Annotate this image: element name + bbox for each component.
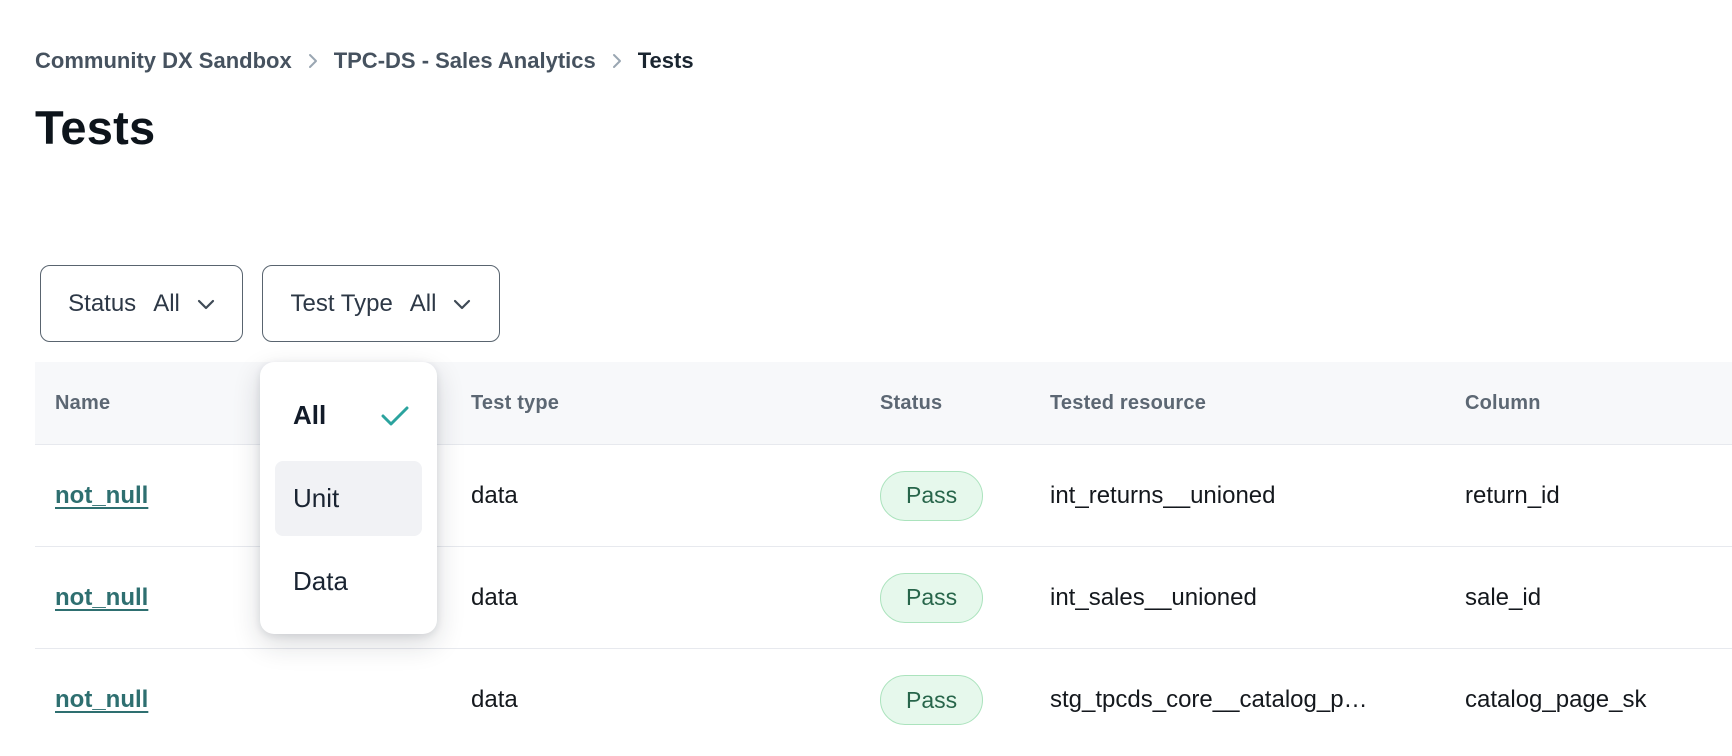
test-type-cell: data — [471, 686, 880, 714]
dropdown-option-label: Data — [293, 566, 348, 597]
column-header-column: Column — [1465, 392, 1732, 415]
breadcrumb-item-project[interactable]: Community DX Sandbox — [35, 48, 292, 74]
column-header-status: Status — [880, 392, 1050, 415]
test-name-link[interactable]: not_null — [55, 482, 148, 509]
check-icon — [380, 404, 410, 428]
chevron-right-icon — [307, 51, 319, 71]
dropdown-option-label: All — [293, 400, 326, 431]
column-header-test-type: Test type — [471, 392, 880, 415]
breadcrumb-item-package[interactable]: TPC-DS - Sales Analytics — [334, 48, 596, 74]
dropdown-option-label: Unit — [293, 483, 339, 514]
status-filter-button[interactable]: Status All — [40, 265, 243, 342]
dropdown-option-all[interactable]: All — [275, 378, 422, 453]
test-name-link[interactable]: not_null — [55, 584, 148, 611]
tested-resource-cell: stg_tpcds_core__catalog_p… — [1050, 686, 1465, 714]
column-cell: catalog_page_sk — [1465, 686, 1732, 714]
status-badge: Pass — [880, 675, 983, 725]
test-type-cell: data — [471, 584, 880, 612]
dropdown-option-unit[interactable]: Unit — [275, 461, 422, 536]
page-title: Tests — [35, 100, 155, 155]
chevron-down-icon — [197, 299, 215, 311]
status-badge: Pass — [880, 573, 983, 623]
test-type-filter-button[interactable]: Test Type All — [262, 265, 500, 342]
tested-resource-cell: int_returns__unioned — [1050, 482, 1465, 510]
table-row: not_null data Pass stg_tpcds_core__catal… — [35, 649, 1732, 751]
chevron-down-icon — [453, 299, 471, 311]
test-type-dropdown-menu: All Unit Data — [260, 362, 437, 634]
breadcrumb: Community DX Sandbox TPC-DS - Sales Anal… — [35, 48, 694, 74]
test-type-filter-label: Test Type — [291, 290, 393, 318]
column-header-tested-resource: Tested resource — [1050, 392, 1465, 415]
test-type-filter-value: All — [410, 290, 437, 318]
status-filter-value: All — [153, 290, 180, 318]
test-type-cell: data — [471, 482, 880, 510]
status-filter-label: Status — [68, 290, 136, 318]
tests-page: Community DX Sandbox TPC-DS - Sales Anal… — [0, 0, 1732, 756]
tested-resource-cell: int_sales__unioned — [1050, 584, 1465, 612]
column-cell: sale_id — [1465, 584, 1732, 612]
filter-bar: Status All Test Type All — [40, 265, 500, 342]
breadcrumb-item-current: Tests — [638, 48, 694, 74]
status-badge: Pass — [880, 471, 983, 521]
chevron-right-icon — [611, 51, 623, 71]
dropdown-option-data[interactable]: Data — [275, 544, 422, 619]
test-name-link[interactable]: not_null — [55, 686, 148, 713]
column-cell: return_id — [1465, 482, 1732, 510]
